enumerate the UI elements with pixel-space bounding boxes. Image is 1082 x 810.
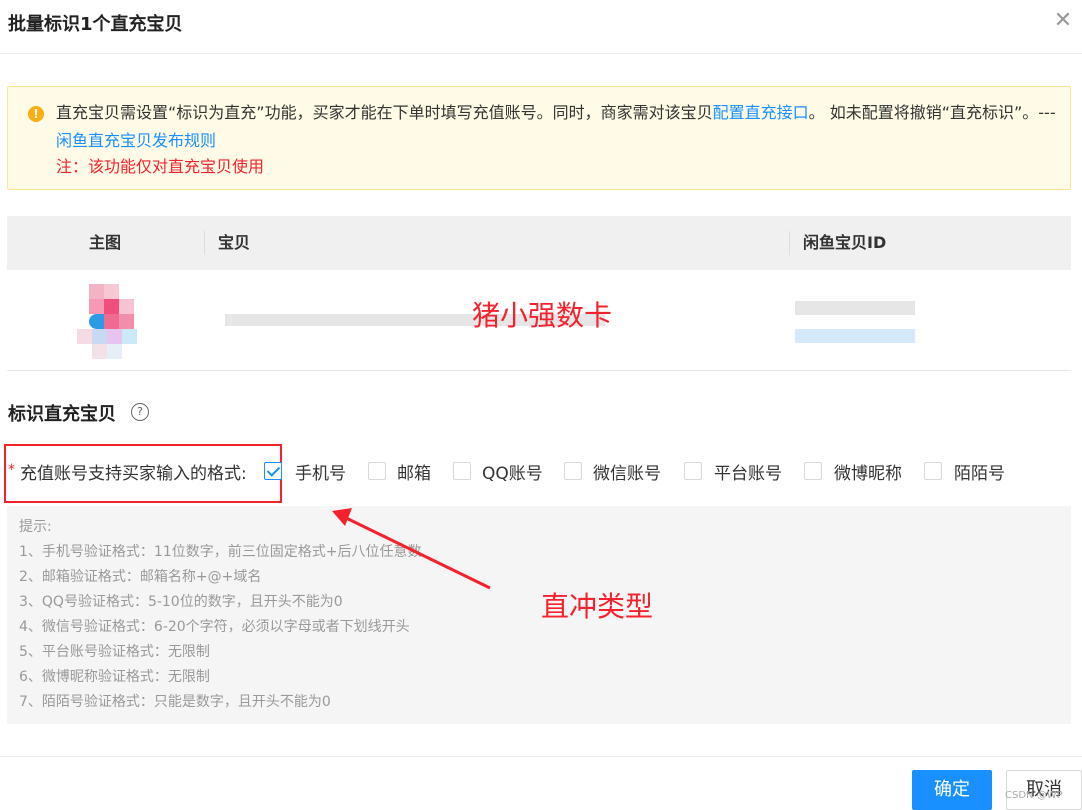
notice-warning-line: 注：该功能仅对直充宝贝使用 <box>56 157 265 176</box>
checkbox-phone[interactable] <box>264 462 282 480</box>
publish-rules-link[interactable]: 闲鱼直充宝贝发布规则 <box>56 131 216 150</box>
option-label-wechat[interactable]: 微信账号 <box>593 459 661 484</box>
close-icon[interactable]: ✕ <box>1050 8 1076 34</box>
required-mark: * <box>8 462 15 478</box>
blurred-item-id-2 <box>795 329 915 343</box>
annotation-label: 直冲类型 <box>541 590 654 623</box>
notice-text: 直充宝贝需设置“标识为直充”功能，买家才能在下单时填写充值账号。同时，商家需对该… <box>56 99 1056 155</box>
table-header: 主图 宝贝 闲鱼宝贝ID <box>7 216 1071 270</box>
watermark: CSDN @WP <box>1005 790 1063 801</box>
option-label-platform[interactable]: 平台账号 <box>714 459 782 484</box>
item-annotation: 猪小强数卡 <box>472 299 613 332</box>
tips-panel: 提示: 1、手机号验证格式：11位数字，前三位固定格式+后八位任意数 2、邮箱验… <box>7 506 1071 724</box>
tip-line: 5、平台账号验证格式：无限制 <box>19 644 210 660</box>
tip-line: 4、微信号验证格式：6-20个字符，必须以字母或者下划线开头 <box>19 619 410 635</box>
table-row: 猪小强数卡 <box>7 270 1071 371</box>
column-header-item-id: 闲鱼宝贝ID <box>803 233 887 252</box>
dialog-title: 批量标识1个直充宝贝 <box>8 14 183 35</box>
checkbox-weibo[interactable] <box>804 462 822 480</box>
tip-line: 1、手机号验证格式：11位数字，前三位固定格式+后八位任意数 <box>19 544 422 560</box>
checkbox-qq[interactable] <box>453 462 471 480</box>
column-header-item: 宝贝 <box>218 233 251 252</box>
footer-divider <box>0 756 1082 757</box>
tips-title: 提示: <box>19 519 52 535</box>
option-label-email[interactable]: 邮箱 <box>397 459 431 484</box>
dialog-header: 批量标识1个直充宝贝 ✕ <box>0 0 1082 54</box>
help-icon[interactable]: ? <box>131 403 149 421</box>
option-label-momo[interactable]: 陌陌号 <box>954 459 1005 484</box>
checkbox-momo[interactable] <box>924 462 942 480</box>
option-label-qq[interactable]: QQ账号 <box>482 459 543 484</box>
configure-interface-link[interactable]: 配置直充接口 <box>713 103 809 122</box>
notice-text-a: 直充宝贝需设置“标识为直充”功能，买家才能在下单时填写充值账号。同时，商家需对该… <box>56 103 713 122</box>
format-label: 充值账号支持买家输入的格式: <box>20 464 247 484</box>
notice-text-b: 。 如未配置将撤销“直充标识”。--- <box>808 103 1056 122</box>
column-header-main-image: 主图 <box>89 233 122 252</box>
checkbox-email[interactable] <box>368 462 386 480</box>
checkbox-wechat[interactable] <box>564 462 582 480</box>
column-divider <box>204 231 205 255</box>
tip-line: 7、陌陌号验证格式：只能是数字，且开头不能为0 <box>19 694 331 710</box>
tip-line: 6、微博昵称验证格式：无限制 <box>19 669 210 685</box>
section-title: 标识直充宝贝 <box>8 404 116 425</box>
option-label-phone[interactable]: 手机号 <box>295 459 346 484</box>
tip-line: 3、QQ号验证格式：5-10位的数字，且开头不能为0 <box>19 594 343 610</box>
column-divider <box>789 231 790 255</box>
tip-line: 2、邮箱验证格式：邮箱名称+@+域名 <box>19 569 262 585</box>
warning-icon: ! <box>28 106 44 122</box>
option-label-weibo[interactable]: 微博昵称 <box>834 459 902 484</box>
ok-button[interactable]: 确定 <box>912 770 992 810</box>
checkbox-platform[interactable] <box>684 462 702 480</box>
blurred-item-id <box>795 301 915 315</box>
notice-banner: ! 直充宝贝需设置“标识为直充”功能，买家才能在下单时填写充值账号。同时，商家需… <box>7 86 1071 190</box>
product-thumbnail <box>77 284 137 360</box>
